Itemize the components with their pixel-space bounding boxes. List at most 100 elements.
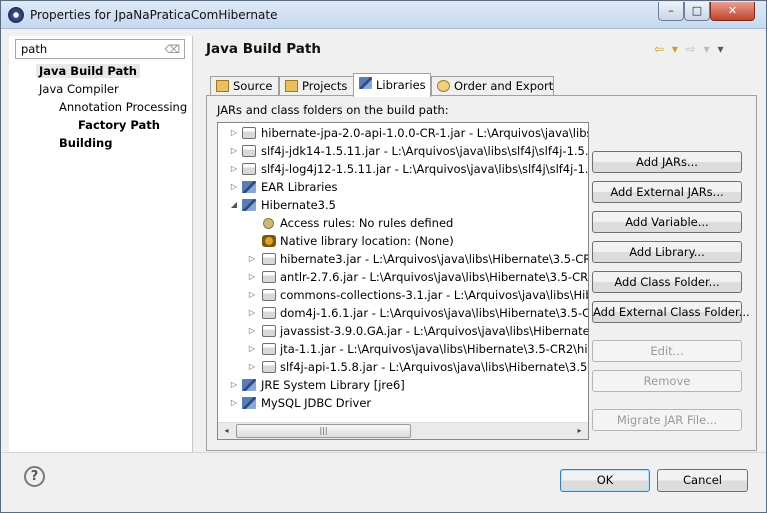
migrate-jar-file-button[interactable]: Migrate JAR File... — [592, 409, 742, 431]
collapse-arrow-icon[interactable]: ◢ — [230, 196, 238, 214]
forward-arrow-icon[interactable]: ⇨ ▾ — [686, 42, 712, 56]
tree-row-label: commons-collections-3.1.jar - L:\Arquivo… — [280, 288, 589, 302]
view-menu-icon[interactable]: ▾ — [717, 42, 725, 56]
tree-row-label: MySQL JDBC Driver — [261, 396, 372, 410]
expand-arrow-icon[interactable]: ▷ — [230, 160, 238, 178]
window-title: Properties for JpaNaPraticaComHibernate — [30, 8, 278, 22]
back-arrow-icon[interactable]: ⇦ ▾ — [654, 42, 680, 56]
tab-projects[interactable]: Projects — [279, 76, 354, 96]
help-icon[interactable]: ? — [24, 466, 45, 487]
tab-label: Order and Export — [454, 79, 554, 93]
horizontal-scrollbar[interactable]: ◂ ||| ▸ — [218, 422, 588, 439]
scroll-thumb[interactable]: ||| — [236, 424, 411, 438]
jar-icon — [262, 325, 276, 337]
title-bar[interactable]: Properties for JpaNaPraticaComHibernate … — [1, 1, 766, 29]
tab-order-and-export[interactable]: Order and Export — [431, 76, 554, 96]
access-rules-icon — [263, 218, 274, 229]
order-export-icon — [437, 80, 450, 92]
add-external-class-folder-button[interactable]: Add External Class Folder... — [592, 301, 750, 323]
libraries-panel: JARs and class folders on the build path… — [206, 95, 757, 451]
jar-icon — [262, 307, 276, 319]
close-button[interactable]: ✕ — [710, 2, 755, 21]
libraries-tree[interactable]: ▷ hibernate-jpa-2.0-api-1.0.0-CR-1.jar -… — [217, 122, 589, 440]
expand-arrow-icon[interactable]: ▷ — [230, 124, 238, 142]
expand-arrow-icon[interactable]: ▷ — [248, 268, 256, 286]
cancel-button[interactable]: Cancel — [657, 469, 748, 492]
add-library-button[interactable]: Add Library... — [592, 241, 742, 263]
jars-label: JARs and class folders on the build path… — [217, 103, 449, 117]
ok-button[interactable]: OK — [560, 469, 650, 492]
expand-arrow-icon[interactable]: ▷ — [230, 142, 238, 160]
nav-item-annotation-processing[interactable]: Annotation Processing — [59, 100, 187, 114]
properties-window: Properties for JpaNaPraticaComHibernate … — [0, 0, 767, 513]
expand-arrow-icon[interactable]: ▷ — [248, 358, 256, 376]
tree-row-label: Access rules: No rules defined — [280, 216, 454, 230]
scroll-right-icon[interactable]: ▸ — [571, 423, 588, 439]
footer-divider — [1, 452, 766, 453]
history-nav: ⇦ ▾ ⇨ ▾ ▾ — [654, 42, 726, 56]
native-library-icon — [262, 235, 276, 247]
jar-icon — [242, 127, 256, 139]
jar-icon — [242, 145, 256, 157]
maximize-button[interactable]: □ — [684, 2, 710, 21]
add-class-folder-button[interactable]: Add Class Folder... — [592, 271, 742, 293]
edit-button[interactable]: Edit... — [592, 340, 742, 362]
page-title: Java Build Path — [206, 41, 321, 57]
eclipse-icon — [8, 7, 24, 23]
library-icon — [242, 199, 256, 211]
minimize-button[interactable]: – — [658, 2, 684, 21]
add-jars-button[interactable]: Add JARs... — [592, 151, 742, 173]
dialog-body: path ⌫ Java Build Path Java Compiler Ann… — [1, 29, 766, 512]
expand-arrow-icon[interactable]: ▷ — [248, 250, 256, 268]
expand-arrow-icon[interactable]: ▷ — [230, 376, 238, 394]
library-icon — [242, 379, 256, 391]
tab-libraries[interactable]: Libraries — [353, 73, 431, 97]
tree-row-label: slf4j-jdk14-1.5.11.jar - L:\Arquivos\jav… — [261, 144, 589, 158]
tab-label: Projects — [302, 79, 348, 93]
jar-icon — [262, 271, 276, 283]
tree-row-label: hibernate-jpa-2.0-api-1.0.0-CR-1.jar - L… — [261, 126, 589, 140]
property-page-tree: path ⌫ Java Build Path Java Compiler Ann… — [9, 36, 193, 453]
build-path-page: Java Build Path ⇦ ▾ ⇨ ▾ ▾ Source Project… — [194, 29, 766, 459]
tree-row-label: jta-1.1.jar - L:\Arquivos\java\libs\Hibe… — [280, 342, 589, 356]
tab-label: Libraries — [376, 78, 426, 92]
expand-arrow-icon[interactable]: ▷ — [248, 340, 256, 358]
jar-icon — [262, 289, 276, 301]
tree-row-label: hibernate3.jar - L:\Arquivos\java\libs\H… — [280, 252, 589, 266]
tree-row-label: JRE System Library [jre6] — [261, 378, 405, 392]
add-variable-button[interactable]: Add Variable... — [592, 211, 742, 233]
tab-label: Source — [233, 79, 273, 93]
remove-button[interactable]: Remove — [592, 370, 742, 392]
tree-row-label: Hibernate3.5 — [261, 198, 336, 212]
tree-row-label: dom4j-1.6.1.jar - L:\Arquivos\java\libs\… — [280, 306, 589, 320]
expand-arrow-icon[interactable]: ▷ — [248, 322, 256, 340]
jar-icon — [262, 361, 276, 373]
projects-icon — [285, 80, 298, 92]
expand-arrow-icon[interactable]: ▷ — [230, 178, 238, 196]
filter-value: path — [21, 42, 48, 56]
nav-item-factory-path[interactable]: Factory Path — [78, 118, 160, 132]
expand-arrow-icon[interactable]: ▷ — [248, 286, 256, 304]
library-icon — [242, 181, 256, 193]
jar-icon — [262, 253, 276, 265]
tree-row-label: javassist-3.9.0.GA.jar - L:\Arquivos\jav… — [280, 324, 589, 338]
tree-row-label: Native library location: (None) — [280, 234, 454, 248]
nav-item-java-build-path[interactable]: Java Build Path — [36, 64, 140, 78]
clear-filter-icon[interactable]: ⌫ — [164, 43, 180, 56]
add-external-jars-button[interactable]: Add External JARs... — [592, 181, 742, 203]
nav-item-building[interactable]: Building — [59, 136, 112, 150]
tree-row-label: EAR Libraries — [261, 180, 338, 194]
expand-arrow-icon[interactable]: ▷ — [230, 394, 238, 412]
scroll-left-icon[interactable]: ◂ — [218, 423, 235, 439]
jar-icon — [262, 343, 276, 355]
source-folder-icon — [216, 80, 229, 92]
nav-item-java-compiler[interactable]: Java Compiler — [39, 82, 119, 96]
filter-input[interactable]: path ⌫ — [15, 39, 185, 59]
library-icon — [242, 397, 256, 409]
tree-row-label: slf4j-log4j12-1.5.11.jar - L:\Arquivos\j… — [261, 162, 589, 176]
tree-row-label: antlr-2.7.6.jar - L:\Arquivos\java\libs\… — [280, 270, 589, 284]
libraries-icon — [359, 77, 372, 89]
tree-row-label: slf4j-api-1.5.8.jar - L:\Arquivos\java\l… — [280, 360, 589, 374]
expand-arrow-icon[interactable]: ▷ — [248, 304, 256, 322]
tab-source[interactable]: Source — [210, 76, 279, 96]
